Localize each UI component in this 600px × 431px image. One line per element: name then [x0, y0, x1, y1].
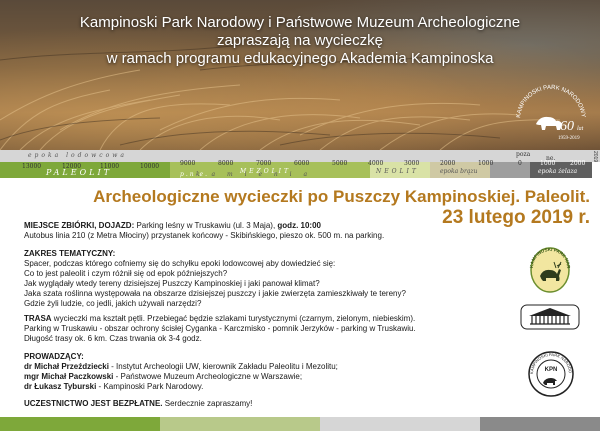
timeline-date-0: 0: [518, 160, 522, 167]
timeline-date-10000: 10000: [140, 163, 160, 170]
route-path: Parking w Truskawiu - obszar ochrony ści…: [24, 324, 416, 333]
timeline-date-5000: 5000: [332, 160, 348, 167]
timeline-date-13000: 13000: [22, 163, 42, 170]
timeline-date-8000: 8000: [218, 160, 234, 167]
timeline-era-neolit: NEOLIT: [376, 168, 419, 175]
hero-line-2: zapraszają na wycieczkę: [217, 32, 383, 49]
scope-line: Jaka szata roślinna występowała na obsza…: [24, 289, 406, 298]
leader-name: mgr Michał Paczkowski: [24, 372, 114, 381]
timeline-label-ice-age: epoka lodowcowa: [28, 152, 127, 159]
scope-line: Gdzie żyli ludzie, co jedli, jakich używ…: [24, 299, 202, 308]
timeline-date-7000: 7000: [256, 160, 272, 167]
scope-line: Spacer, podczas którego cofniemy się do …: [24, 259, 336, 268]
bottom-bar-lightgreen: [160, 417, 320, 431]
timeline-era-iron: epoka żelaza: [538, 168, 578, 175]
badge-ring-text: KAMPINOSKI PARK NARODOWY: [516, 85, 586, 118]
scope-label: ZAKRES TEMATYCZNY:: [24, 249, 116, 258]
timeline-date-1000: 1000: [478, 160, 494, 167]
participation-text: Serdecznie zapraszamy!: [162, 399, 253, 408]
timeline-date-9000: 9000: [180, 160, 196, 167]
timeline-date-4000: 4000: [368, 160, 384, 167]
timeline-date-2000: 2000: [440, 160, 456, 167]
scope-section: ZAKRES TEMATYCZNY: Spacer, podczas które…: [24, 249, 406, 309]
museum-logo: [520, 304, 580, 330]
kpn-logo-color: KAMPINOSKI PARK NARODOWY: [528, 242, 571, 293]
museum-roof-icon: [529, 308, 571, 316]
timeline-stone-age-label: k a m i e n i a: [196, 171, 313, 178]
timeline-side-year: 2019: [592, 151, 598, 163]
scope-line: Co to jest paleolit i czym różnił się od…: [24, 269, 228, 278]
hero-heading: Kampinoski Park Narodowy i Państwowe Muz…: [0, 14, 600, 68]
badge-suffix: lat: [577, 126, 584, 132]
kpn2-center-text: KPN: [545, 367, 558, 373]
meeting-place: Parking leśny w Truskawiu (ul. 3 Maja),: [134, 221, 278, 230]
scope-line: Jak wyglądały wtedy tereny dzisiejszej P…: [24, 279, 320, 288]
bison-icon: [536, 116, 562, 130]
meeting-transport: Autobus linia 210 (z Metra Młociny) przy…: [24, 231, 385, 240]
meeting-time: godz. 10:00: [277, 221, 321, 230]
route-length: Długość trasy ok. 6 km. Czas trwania ok …: [24, 334, 202, 343]
timeline-date-6000: 6000: [294, 160, 310, 167]
route-label: TRASA: [24, 314, 52, 323]
svg-text:KAMPINOSKI PARK NARODOWY: KAMPINOSKI PARK NARODOWY: [516, 85, 586, 118]
badge-years: 1959-2019: [558, 136, 580, 141]
leader-item: dr Michał Przeździecki - Instytut Archeo…: [24, 362, 338, 372]
timeline-era-bronze: epoka brązu: [440, 168, 478, 175]
museum-columns-icon: [530, 316, 570, 325]
leader-name: dr Michał Przeździecki: [24, 362, 109, 371]
leader-role: - Instytut Archeologii UW, kierownik Zak…: [108, 362, 338, 371]
event-title: Archeologiczne wycieczki po Puszczy Kamp…: [93, 187, 590, 206]
participation-label: UCZESTNICTWO JEST BEZPŁATNE.: [24, 399, 163, 408]
kpn-60-anniversary-badge: KAMPINOSKI PARK NARODOWY 60 lat 1959-201…: [516, 85, 586, 141]
timeline-date-ad-2000: 2000: [570, 160, 586, 167]
route-desc: wycieczki ma kształt pętli. Przebiegać b…: [51, 314, 416, 323]
hero-line-1: Kampinoski Park Narodowy i Państwowe Muz…: [79, 14, 521, 31]
archaeological-timeline: epoka lodowcowa poza ne. 13000 12000 110…: [0, 150, 600, 178]
participation-section: UCZESTNICTWO JEST BEZPŁATNE. Serdecznie …: [24, 399, 252, 409]
badge-number: 60: [560, 119, 574, 134]
leader-role: - Kampinoski Park Narodowy.: [96, 382, 204, 391]
leader-name: dr Łukasz Tyburski: [24, 382, 97, 391]
bottom-bar-lightgray: [320, 417, 480, 431]
meeting-section: MIEJSCE ZBIÓRKI, DOJAZD: Parking leśny w…: [24, 221, 384, 241]
leader-item: dr Łukasz Tyburski - Kampinoski Park Nar…: [24, 382, 338, 392]
era-iron-age: [490, 162, 530, 178]
timeline-date-ad-1000: 1000: [540, 160, 556, 167]
hero-line-3: w ramach programu edukacyjnego Akademia …: [106, 50, 494, 67]
timeline-era-row: 13000 12000 11000 10000 9000 8000 7000 6…: [0, 160, 600, 178]
timeline-label-poza: poza: [516, 151, 531, 158]
route-section: TRASA wycieczki ma kształt pętli. Przebi…: [24, 314, 416, 344]
bottom-bar-gray: [480, 417, 600, 431]
kpn-logo-bw: KAMPINOSKI PARK NARODOWY KPN: [527, 350, 574, 397]
meeting-label: MIEJSCE ZBIÓRKI, DOJAZD:: [24, 221, 135, 230]
timeline-era-paleolit: PALEOLIT: [46, 168, 112, 177]
timeline-date-3000: 3000: [404, 160, 420, 167]
leaders-section: PROWADZĄCY: dr Michał Przeździecki - Ins…: [24, 352, 338, 392]
hero-banner: Kampinoski Park Narodowy i Państwowe Muz…: [0, 0, 600, 150]
leader-role: - Państwowe Muzeum Archeologiczne w Wars…: [113, 372, 303, 381]
bottom-color-bar: [0, 417, 600, 431]
leader-item: mgr Michał Paczkowski - Państwowe Muzeum…: [24, 372, 338, 382]
bottom-bar-green: [0, 417, 160, 431]
leaders-label: PROWADZĄCY:: [24, 352, 84, 361]
